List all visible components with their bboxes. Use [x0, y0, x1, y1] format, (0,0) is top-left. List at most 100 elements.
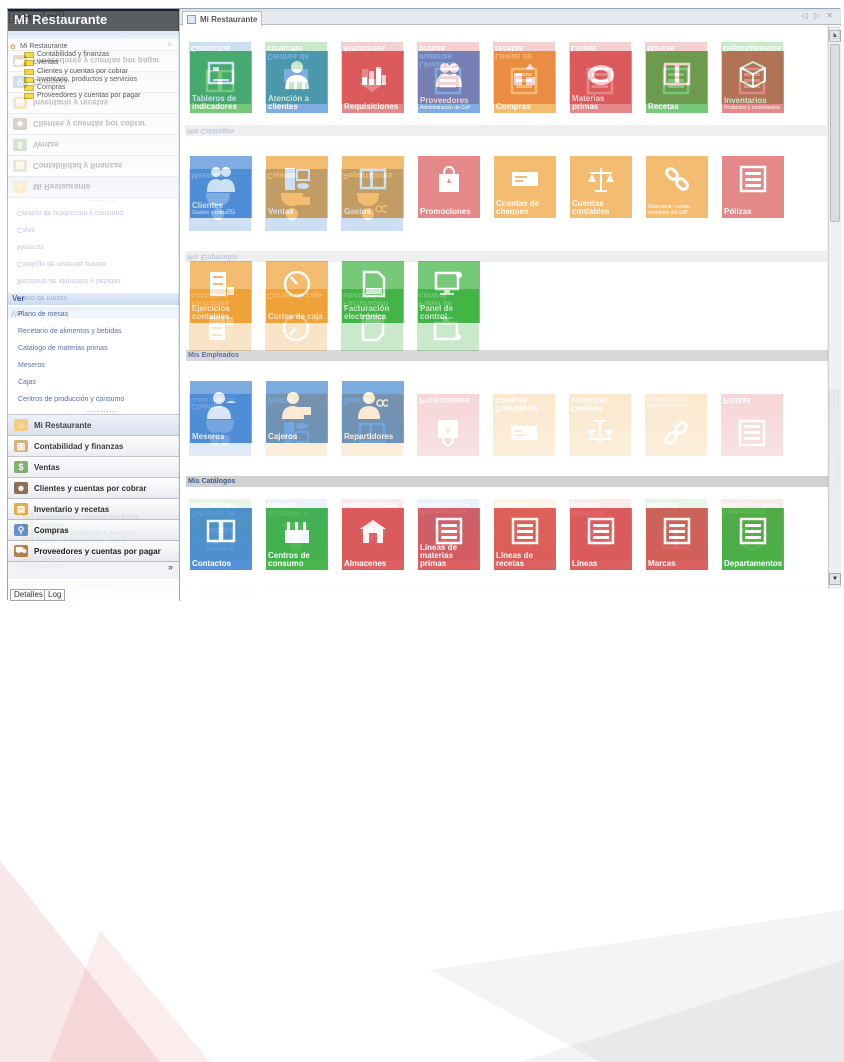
tile-area: Tableros de indicadores Atención a clien…: [179, 11, 827, 586]
scroll-down-button[interactable]: ▼: [828, 27, 840, 39]
tile-label: Facturación electrónica: [343, 291, 389, 308]
ver-header: Ver: [7, 307, 178, 319]
vertical-scrollbar[interactable]: ▲ ▼: [827, 23, 840, 586]
tile[interactable]: Meseros: [189, 169, 251, 231]
tile-label: Repartidores: [343, 171, 393, 180]
tile[interactable]: Contactos: [189, 42, 251, 104]
tree-item[interactable]: Proveedores y cuentas por pagar: [9, 512, 175, 520]
tile[interactable]: Departamentos: [721, 42, 783, 104]
suppliers-icon: [433, 523, 463, 553]
tile-label: Cajeros: [267, 171, 297, 180]
tile[interactable]: Ventas: [265, 394, 327, 456]
warehouse-icon: [357, 66, 387, 96]
nav-button[interactable]: ⛟ Proveedores y cuentas por pagar: [7, 51, 178, 72]
ver-link[interactable]: Cajas: [17, 217, 123, 234]
folder-icon: [23, 512, 33, 519]
nav-buttons: ⌂ Mi Restaurante ▥ Contabilidad y finanzas $…: [7, 33, 178, 198]
tile[interactable]: Facturación electrónica: [341, 289, 403, 351]
nav-overflow-button[interactable]: »: [7, 33, 178, 51]
tile-label: Materias primas: [571, 501, 604, 518]
nav-button[interactable]: ☻ Clientes y cuentas por cobrar: [7, 114, 178, 135]
tile[interactable]: Ejercicios contables: [189, 289, 251, 351]
tile-label: Promociones: [419, 396, 470, 405]
splitter-grip[interactable]: ...........: [85, 198, 117, 205]
tile[interactable]: Compras: [493, 499, 555, 561]
tile-label: Atención a clientes: [267, 501, 308, 518]
tree-item[interactable]: Inventario, productos y servicios: [9, 528, 175, 536]
tile[interactable]: Líneas: [569, 42, 631, 104]
link-icon: [661, 418, 691, 448]
tree-item[interactable]: Ventas: [9, 544, 175, 553]
tile[interactable]: Pólizas: [721, 394, 783, 456]
person-icon: [281, 523, 311, 553]
ver-link[interactable]: Plano de mesas: [17, 285, 123, 302]
scale-icon: [585, 418, 615, 448]
nav-button-label: Ventas: [33, 140, 59, 150]
tile[interactable]: Materias primas: [569, 499, 631, 561]
nav-button[interactable]: $ Ventas: [7, 135, 178, 156]
ver-link[interactable]: Recetario de alimentos y bebidas: [17, 268, 123, 285]
tile[interactable]: Panel de control: [417, 289, 479, 351]
tree-item[interactable]: Contabilidad y finanzas: [9, 553, 175, 561]
tile[interactable]: Requisiciones: [341, 499, 403, 561]
ver-link[interactable]: Meseros: [17, 234, 123, 251]
tree-item-label: Compras: [36, 521, 65, 529]
tile[interactable]: Cuentas de cheques: [493, 394, 555, 456]
tile[interactable]: Líneas de recetas: [493, 42, 555, 104]
cart-icon: ⚲: [13, 76, 27, 88]
tile[interactable]: Marcas: [645, 42, 707, 104]
tile[interactable]: Cortes de caja: [265, 289, 327, 351]
tile[interactable]: Gastos: [341, 394, 403, 456]
tree-item[interactable]: Compras: [9, 520, 175, 528]
ledger-icon: ▥: [13, 160, 27, 172]
tree-item[interactable]: Clientes y cuentas por cobrar: [9, 536, 175, 544]
delivery-icon: [357, 193, 389, 223]
ver-links: Plano de mesasRecetario de alimentos y b…: [17, 200, 123, 302]
tile[interactable]: Promociones: [417, 394, 479, 456]
bottom-tab[interactable]: Log: [43, 11, 65, 23]
nav-button[interactable]: ⌂ Mi Restaurante: [7, 177, 178, 198]
tile[interactable]: InventariosProductos y movimientos: [721, 499, 783, 561]
tile-label: Recetas: [647, 501, 678, 510]
nav-button-label: Mi Restaurante: [33, 182, 91, 192]
tile-label: Gastos: [343, 396, 371, 405]
tree-item-label: Contabilidad y finanzas: [36, 553, 109, 561]
scroll-up-button[interactable]: ▲: [828, 570, 840, 582]
window-controls[interactable]: ◁ ▷ ✕: [801, 592, 834, 601]
tile[interactable]: Almacenes: [341, 42, 403, 104]
tab-mi-restaurante[interactable]: Mi Restaurante: [181, 586, 262, 601]
nav-button[interactable]: ▤ Inventario y recetas: [7, 93, 178, 114]
tile[interactable]: Cajeros: [265, 169, 327, 231]
tile[interactable]: ProveedoresAdministración de CxP: [417, 499, 479, 561]
folder-icon: [23, 545, 33, 552]
tile[interactable]: Recetas: [645, 499, 707, 561]
supplier-icon: ⛟: [13, 55, 27, 67]
tree-root[interactable]: ✿ Mi Restaurante: [9, 561, 175, 569]
nav-button-label: Clientes y cuentas por cobrar: [33, 119, 146, 129]
tree-item-label: Ventas: [36, 545, 58, 553]
nav-button[interactable]: ⚲ Compras: [7, 72, 178, 93]
scroll-thumb[interactable]: [829, 390, 839, 568]
tile-sublabel: Administración de CxP: [419, 501, 470, 507]
tile[interactable]: Relacionar cuentas contables del SAT: [645, 394, 707, 456]
section-header-empleados: Mis Empleados: [185, 251, 827, 262]
tile[interactable]: Centros de consumo: [265, 42, 327, 104]
nav-button-label: Contabilidad y finanzas: [33, 161, 123, 171]
requisition-icon: [357, 523, 387, 553]
tile[interactable]: Atención a clientes: [265, 499, 327, 561]
tile[interactable]: Líneas de materias primas: [417, 42, 479, 104]
tile-label: Cortes de caja: [267, 291, 322, 300]
tile[interactable]: Repartidores: [341, 169, 403, 231]
folder-icon: [23, 553, 33, 560]
house-icon: ⌂: [13, 181, 27, 193]
nav-button[interactable]: ▥ Contabilidad y finanzas: [7, 156, 178, 177]
wallet-icon: [357, 418, 387, 448]
tile[interactable]: Tableros de indicadores: [189, 499, 251, 561]
tile[interactable]: ClientesGestión y cobranza: [189, 394, 251, 456]
ver-link[interactable]: Catálogo de materias primas: [17, 251, 123, 268]
tile-label: Líneas: [571, 44, 597, 53]
tile[interactable]: Cuentas contables: [569, 394, 631, 456]
bottom-tab[interactable]: Detalles: [9, 11, 46, 23]
tree-item-label: Clientes y cuentas por cobrar: [36, 537, 128, 545]
dashboard-icon: [205, 523, 235, 553]
